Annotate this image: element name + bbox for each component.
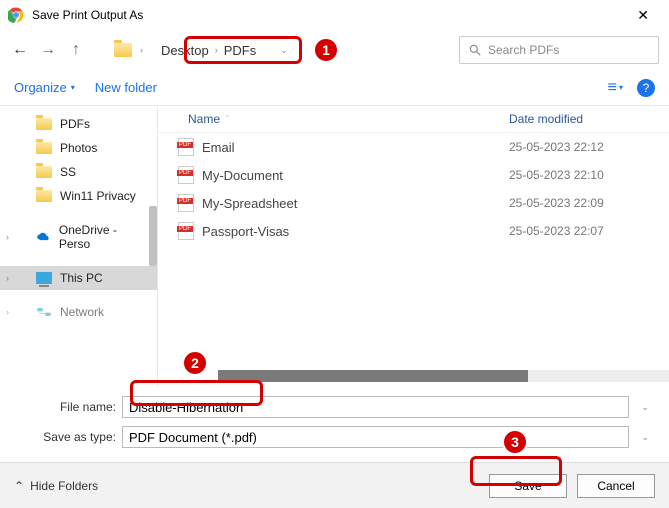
- file-row[interactable]: Email25-05-2023 22:12: [158, 133, 669, 161]
- file-row[interactable]: My-Spreadsheet25-05-2023 22:09: [158, 189, 669, 217]
- save-button[interactable]: Save: [489, 474, 567, 498]
- sidebar-item-network[interactable]: ›Network: [0, 300, 157, 324]
- pdf-icon: [178, 194, 194, 212]
- sidebar-item-photos[interactable]: Photos: [0, 136, 157, 160]
- chevron-right-icon: ›: [215, 45, 218, 55]
- folder-icon: [36, 190, 52, 202]
- organize-menu[interactable]: Organize▾: [14, 80, 75, 95]
- chevron-right-icon: ›: [140, 45, 143, 55]
- sidebar-item-thispc[interactable]: ›This PC: [0, 266, 157, 290]
- cancel-button[interactable]: Cancel: [577, 474, 655, 498]
- sidebar-item-win11privacy[interactable]: Win11 Privacy: [0, 184, 157, 208]
- sidebar-item-ss[interactable]: SS: [0, 160, 157, 184]
- onedrive-icon: [36, 231, 51, 243]
- pdf-icon: [178, 222, 194, 240]
- chevron-right-icon[interactable]: ›: [6, 307, 9, 317]
- sidebar-scrollbar[interactable]: [149, 206, 157, 266]
- sidebar: PDFs Photos SS Win11 Privacy ›OneDrive -…: [0, 106, 158, 386]
- column-headers[interactable]: Name ˆ Date modified: [158, 106, 669, 133]
- pc-icon: [36, 272, 52, 284]
- bottom-bar: ⌃Hide Folders Save Cancel: [0, 462, 669, 508]
- horizontal-scrollbar[interactable]: [218, 370, 669, 382]
- folder-icon: [36, 142, 52, 154]
- chevron-down-icon[interactable]: ⌄: [635, 432, 655, 443]
- sidebar-item-pdfs[interactable]: PDFs: [0, 112, 157, 136]
- chevron-down-icon[interactable]: ⌄: [274, 45, 294, 56]
- search-input[interactable]: Search PDFs: [459, 36, 659, 64]
- view-options-button[interactable]: ≡ ▾: [608, 79, 623, 97]
- file-row[interactable]: Passport-Visas25-05-2023 22:07: [158, 217, 669, 245]
- new-folder-button[interactable]: New folder: [95, 80, 157, 95]
- filename-label: File name:: [14, 400, 116, 414]
- column-date[interactable]: Date modified: [509, 112, 669, 126]
- back-icon[interactable]: ←: [10, 41, 30, 59]
- window-title: Save Print Output As: [32, 8, 625, 22]
- chevron-up-icon: ⌃: [14, 479, 24, 493]
- file-row[interactable]: My-Document25-05-2023 22:10: [158, 161, 669, 189]
- chevron-right-icon[interactable]: ›: [6, 273, 9, 283]
- close-icon[interactable]: ✕: [625, 3, 661, 28]
- pdf-icon: [178, 166, 194, 184]
- refresh-icon[interactable]: ↻: [308, 42, 328, 59]
- saveas-select[interactable]: PDF Document (*.pdf): [122, 426, 629, 448]
- search-icon: [468, 43, 482, 57]
- column-name[interactable]: Name: [188, 112, 220, 126]
- toolbar: Organize▾ New folder ≡ ▾ ?: [0, 70, 669, 106]
- folder-icon: [36, 166, 52, 178]
- network-icon: [36, 306, 52, 318]
- folder-icon: [36, 118, 52, 130]
- sort-asc-icon: ˆ: [226, 114, 229, 124]
- breadcrumb-current[interactable]: PDFs: [224, 43, 257, 58]
- saveas-label: Save as type:: [14, 430, 116, 444]
- up-icon[interactable]: ↑: [66, 41, 86, 59]
- chevron-down-icon[interactable]: ⌄: [635, 402, 655, 413]
- filename-input[interactable]: Disable-Hibernation: [122, 396, 629, 418]
- nav-row: ← → ↑ › Desktop › PDFs ⌄ ↻ Search PDFs: [0, 30, 669, 70]
- pdf-icon: [178, 138, 194, 156]
- hide-folders-toggle[interactable]: ⌃Hide Folders: [14, 479, 98, 493]
- breadcrumb[interactable]: Desktop › PDFs: [151, 41, 266, 60]
- help-icon[interactable]: ?: [637, 79, 655, 97]
- file-list: Name ˆ Date modified Email25-05-2023 22:…: [158, 106, 669, 386]
- chrome-icon: [8, 7, 24, 23]
- titlebar: Save Print Output As ✕: [0, 0, 669, 30]
- folder-icon: [114, 43, 132, 57]
- forward-icon[interactable]: →: [38, 41, 58, 59]
- sidebar-item-onedrive[interactable]: ›OneDrive - Perso: [0, 218, 157, 256]
- search-placeholder: Search PDFs: [488, 43, 559, 57]
- chevron-right-icon[interactable]: ›: [6, 232, 9, 242]
- breadcrumb-parent[interactable]: Desktop: [161, 43, 209, 58]
- save-form: File name: Disable-Hibernation ⌄ Save as…: [0, 386, 669, 462]
